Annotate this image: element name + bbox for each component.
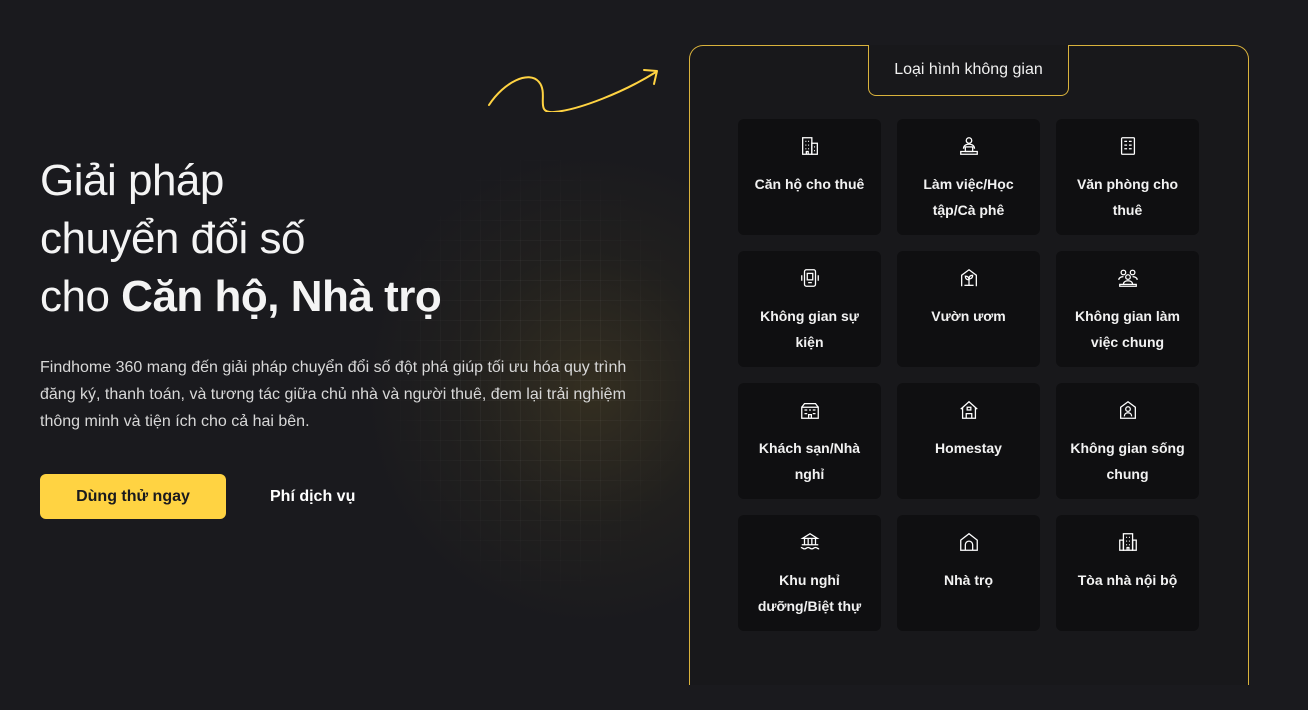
try-now-button[interactable]: Dùng thử ngay: [40, 474, 226, 519]
space-type-card[interactable]: Căn hộ cho thuê: [738, 119, 881, 235]
space-type-label: Văn phòng cho thuê: [1076, 176, 1179, 218]
space-type-label: Làm việc/Học tập/Cà phê: [923, 176, 1014, 218]
space-type-card[interactable]: Homestay: [897, 383, 1040, 499]
internal-building-icon: [1118, 533, 1137, 551]
space-type-card[interactable]: Tòa nhà nội bộ: [1056, 515, 1199, 631]
hero-title-line3-bold: Căn hộ, Nhà trọ: [121, 272, 442, 321]
space-type-card[interactable]: Làm việc/Học tập/Cà phê: [897, 119, 1040, 235]
house-icon: [959, 400, 978, 419]
apartment-building-icon: [801, 137, 818, 155]
office-document-icon: [1120, 137, 1135, 155]
space-type-card[interactable]: Nhà trọ: [897, 515, 1040, 631]
hero-title-line2: chuyển đổi số: [40, 214, 306, 263]
space-type-label: Không gian sống chung: [1070, 440, 1185, 482]
hotel-icon: [800, 402, 819, 419]
space-type-card[interactable]: Không gian sống chung: [1056, 383, 1199, 499]
space-type-label: Không gian sự kiện: [760, 308, 859, 350]
hero-title: Giải pháp chuyển đổi số cho Căn hộ, Nhà …: [40, 152, 640, 326]
space-type-label: Nhà trọ: [944, 572, 993, 588]
space-type-card[interactable]: Vườn ươm: [897, 251, 1040, 367]
space-type-grid: Căn hộ cho thuê Làm việc/Học tập/Cà phê …: [738, 119, 1199, 631]
space-types-panel: Loại hình không gian Căn hộ cho thuê Làm…: [689, 45, 1249, 685]
hero-description: Findhome 360 mang đến giải pháp chuyển đ…: [40, 359, 627, 430]
space-type-card[interactable]: Không gian làm việc chung: [1056, 251, 1199, 367]
coworking-people-icon: [1117, 269, 1138, 287]
hero-actions: Dùng thử ngay Phí dịch vụ: [40, 474, 640, 519]
space-type-card[interactable]: Khu nghỉ dưỡng/Biệt thự: [738, 515, 881, 631]
hero-title-line1: Giải pháp: [40, 156, 224, 205]
service-fee-link[interactable]: Phí dịch vụ: [270, 488, 355, 506]
space-type-label: Homestay: [935, 440, 1002, 456]
space-type-label: Không gian làm việc chung: [1075, 308, 1180, 350]
person-at-desk-icon: [959, 137, 978, 155]
space-type-card[interactable]: Không gian sự kiện: [738, 251, 881, 367]
coliving-house-icon: [1119, 400, 1136, 419]
space-type-label: Căn hộ cho thuê: [754, 176, 865, 192]
space-type-label: Khu nghỉ dưỡng/Biệt thự: [757, 572, 862, 614]
resort-icon: [799, 532, 820, 550]
sprout-icon: [960, 268, 977, 287]
arch-house-icon: [959, 532, 978, 551]
hero-title-line3-prefix: cho: [40, 272, 122, 321]
space-type-label: Vườn ươm: [931, 308, 1006, 324]
hero-section: Giải pháp chuyển đổi số cho Căn hộ, Nhà …: [40, 152, 640, 519]
space-type-label: Khách sạn/Nhà nghỉ: [758, 440, 861, 482]
space-type-label: Tòa nhà nội bộ: [1077, 572, 1178, 588]
space-types-tab[interactable]: Loại hình không gian: [868, 45, 1069, 96]
curved-arrow-icon: [488, 69, 658, 112]
space-type-card[interactable]: Khách sạn/Nhà nghỉ: [738, 383, 881, 499]
space-type-card[interactable]: Văn phòng cho thuê: [1056, 119, 1199, 235]
event-stage-icon: [800, 269, 819, 287]
